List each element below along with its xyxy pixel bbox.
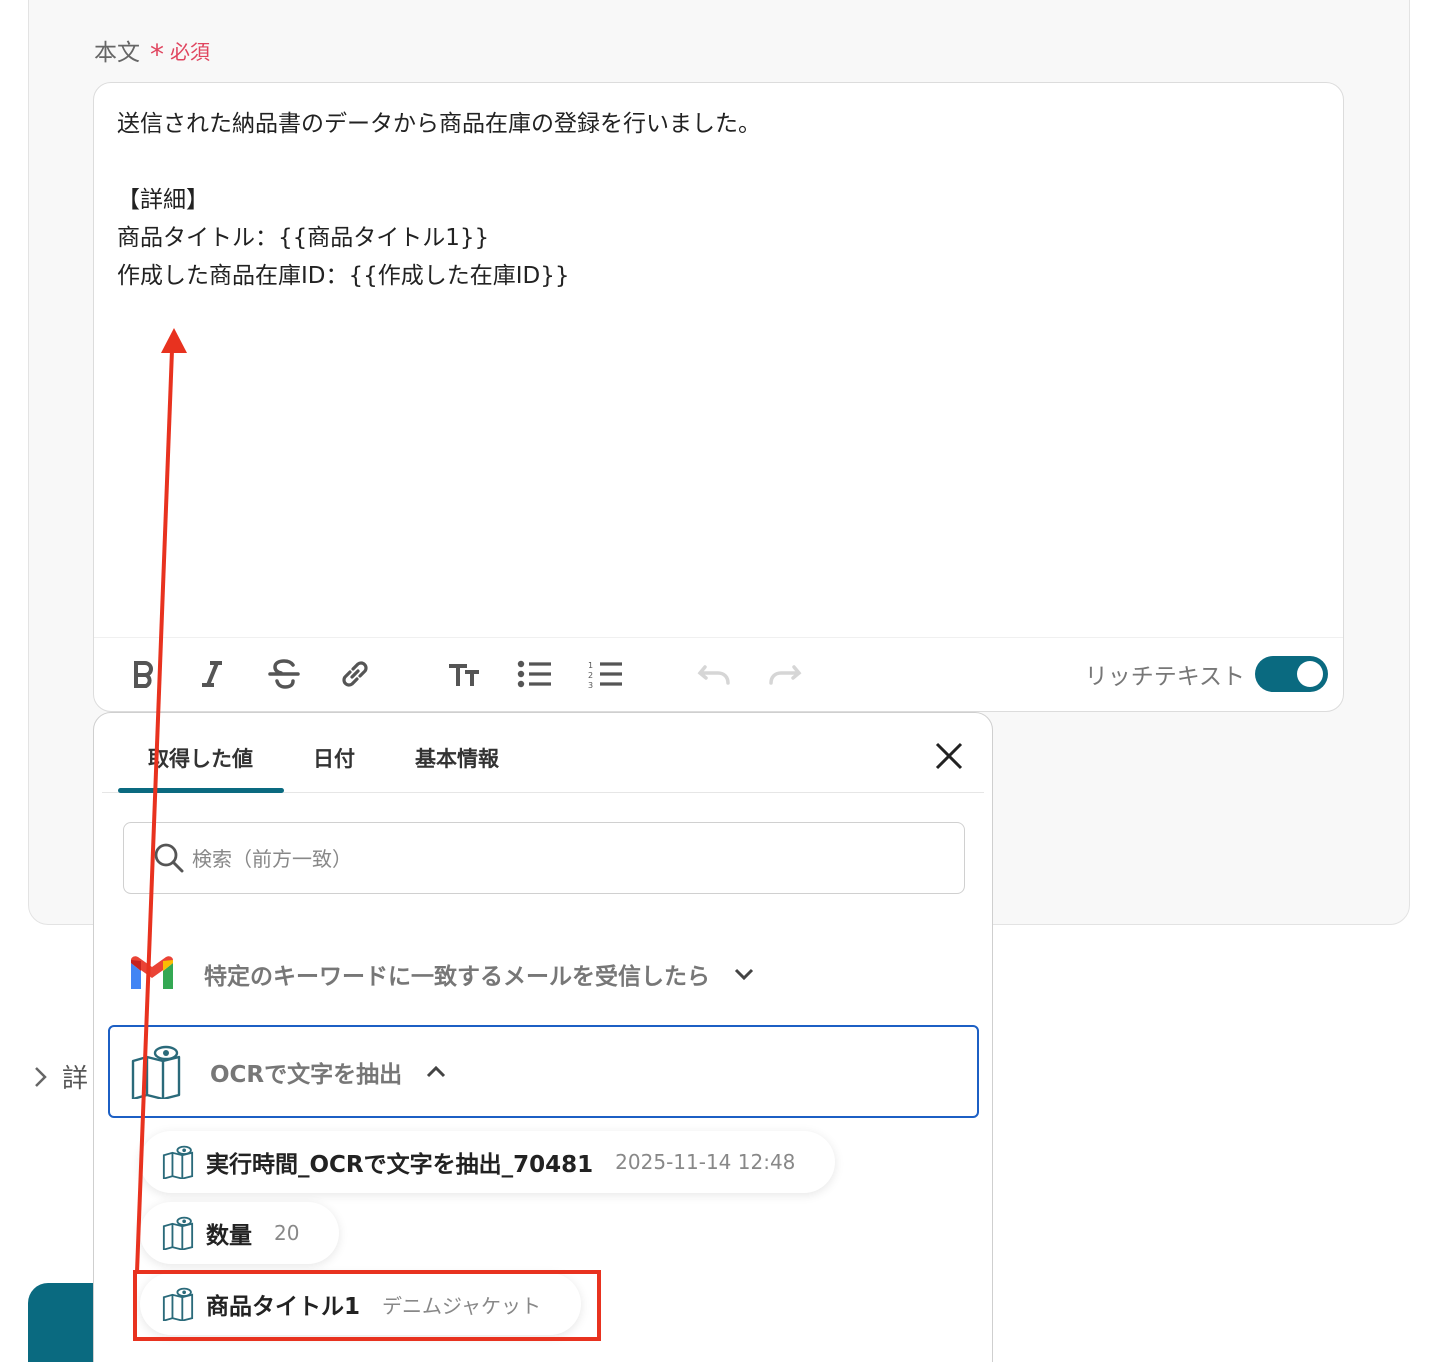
item-value: 20 xyxy=(274,1221,300,1245)
bold-button[interactable] xyxy=(124,654,164,694)
body-line: 【詳細】 xyxy=(117,187,209,213)
bullet-list-button[interactable] xyxy=(515,654,555,694)
item-name: 実行時間_OCRで文字を抽出_70481 xyxy=(206,1152,594,1178)
strikethrough-icon xyxy=(268,659,300,689)
link-icon xyxy=(342,661,368,687)
body-line xyxy=(117,143,761,181)
required-badge: * 必須 xyxy=(150,36,210,71)
bullet-list-icon xyxy=(517,660,551,688)
active-tab-indicator xyxy=(118,788,284,793)
svg-text:3: 3 xyxy=(588,681,593,688)
trigger-group-ocr[interactable]: OCRで文字を抽出 xyxy=(108,1025,979,1118)
chevron-down-icon xyxy=(734,968,754,981)
item-value: 2025-11-14 12:48 xyxy=(615,1150,796,1174)
body-line: 送信された納品書のデータから商品在庫の登録を行いました。 xyxy=(117,111,761,137)
italic-button[interactable] xyxy=(192,654,232,694)
close-icon[interactable] xyxy=(934,741,964,771)
body-line: 作成した商品在庫ID：{{作成した在庫ID}} xyxy=(117,263,570,289)
link-button[interactable] xyxy=(335,654,375,694)
gmail-icon xyxy=(131,956,173,989)
item-name: 数量 xyxy=(206,1223,252,1249)
tab-date[interactable]: 日付 xyxy=(313,743,355,773)
chevron-up-icon xyxy=(427,1065,446,1077)
annotation-highlight-box xyxy=(133,1270,601,1341)
text-size-icon xyxy=(449,664,479,686)
toggle-knob xyxy=(1297,661,1323,687)
tab-basic-info[interactable]: 基本情報 xyxy=(415,743,499,773)
group-label: OCRで文字を抽出 xyxy=(210,1061,403,1088)
undo-icon xyxy=(697,665,730,685)
italic-icon xyxy=(202,661,222,687)
value-item-quantity[interactable]: 数量 20 xyxy=(140,1202,340,1264)
undo-button[interactable] xyxy=(694,654,734,694)
bold-icon xyxy=(134,661,153,688)
redo-icon xyxy=(769,665,802,685)
rich-text-toggle[interactable] xyxy=(1255,656,1328,692)
detail-label: 詳 xyxy=(62,1064,89,1094)
search-icon xyxy=(154,843,184,873)
redo-button[interactable] xyxy=(765,654,805,694)
search-input[interactable] xyxy=(192,839,932,879)
value-item-execution-time[interactable]: 実行時間_OCRで文字を抽出_70481 2025-11-14 12:48 xyxy=(140,1131,836,1193)
search-box xyxy=(123,822,965,894)
ocr-book-icon xyxy=(162,1216,194,1250)
picker-tabs: 取得した値 日付 基本情報 xyxy=(102,713,984,793)
svg-text:1: 1 xyxy=(588,661,593,670)
text-size-button[interactable] xyxy=(444,654,484,694)
body-line: 商品タイトル：{{商品タイトル1}} xyxy=(117,225,490,251)
editor-toolbar: 123 リッチテキスト xyxy=(94,637,1343,711)
trigger-group-gmail[interactable]: 特定のキーワードに一致するメールを受信したら xyxy=(128,955,754,993)
strikethrough-button[interactable] xyxy=(264,654,304,694)
numbered-list-button[interactable]: 123 xyxy=(586,654,626,694)
body-editor-text[interactable]: 送信された納品書のデータから商品在庫の登録を行いました。 【詳細】 商品タイトル… xyxy=(117,105,761,295)
required-label: 必須 xyxy=(170,40,210,64)
chevron-right-icon xyxy=(35,1066,47,1087)
rich-text-label: リッチテキスト xyxy=(1084,664,1245,690)
body-field-label: 本文 xyxy=(94,40,140,66)
svg-text:2: 2 xyxy=(588,671,593,680)
required-asterisk-icon: * xyxy=(150,38,164,71)
ocr-book-icon xyxy=(162,1145,194,1179)
numbered-list-icon: 123 xyxy=(588,661,622,688)
group-label: 特定のキーワードに一致するメールを受信したら xyxy=(204,964,710,990)
detail-expander[interactable]: 詳 xyxy=(32,1058,88,1095)
body-editor[interactable]: 送信された納品書のデータから商品在庫の登録を行いました。 【詳細】 商品タイトル… xyxy=(93,82,1344,712)
ocr-book-icon xyxy=(131,1045,181,1099)
tab-acquired-values[interactable]: 取得した値 xyxy=(148,743,253,773)
